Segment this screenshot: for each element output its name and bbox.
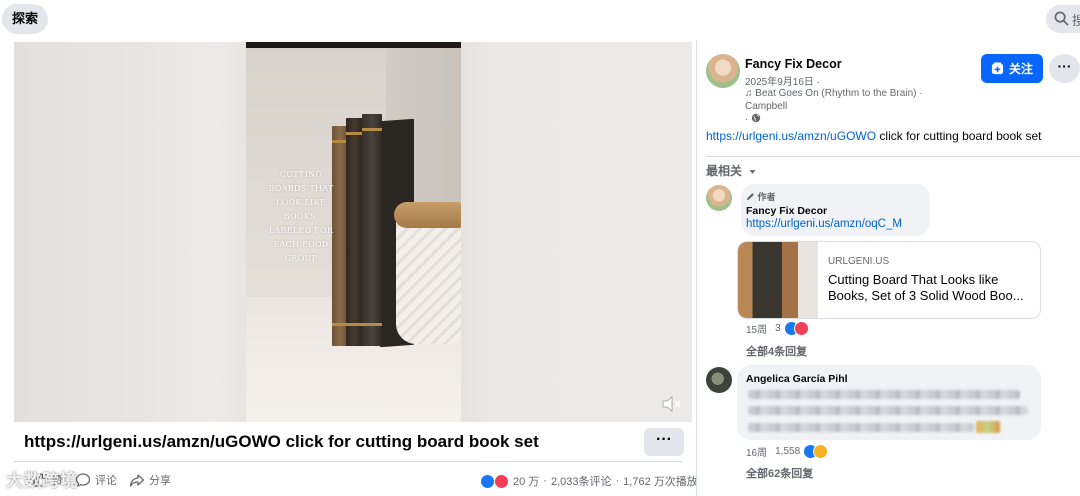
comment-meta: 15周 3 <box>746 321 809 336</box>
author-avatar[interactable] <box>706 54 740 88</box>
view-replies-link[interactable]: 全部62条回复 <box>746 465 813 481</box>
blurred-comment-text <box>748 406 1028 415</box>
comment-avatar[interactable] <box>706 185 732 211</box>
link-preview-site: URLGENI.US <box>828 256 890 267</box>
divider <box>14 461 682 462</box>
comment-button[interactable]: 评论 <box>75 472 117 488</box>
explore-button[interactable]: 探索 <box>2 4 49 34</box>
share-button[interactable]: 分享 <box>129 472 171 488</box>
share-icon <box>129 474 145 487</box>
blurred-comment-text <box>748 423 974 432</box>
privacy-indicator: · <box>745 113 761 125</box>
comments-sort-dropdown[interactable]: 最相关 <box>706 162 757 179</box>
privacy-separator: · <box>745 114 749 125</box>
follow-button[interactable]: 关注 <box>981 54 1043 83</box>
volume-muted-icon[interactable] <box>660 394 682 414</box>
caption-text: click for cutting board book set <box>876 129 1042 143</box>
like-reaction-icon <box>480 473 495 489</box>
stats-separator: · <box>615 475 620 487</box>
share-label: 分享 <box>149 475 171 487</box>
post-title: https://urlgeni.us/amzn/uGOWO click for … <box>24 432 539 451</box>
comment-reaction-count[interactable]: 1,558 <box>775 446 800 457</box>
blurred-emoji <box>976 421 1000 433</box>
follow-label: 关注 <box>1008 62 1033 76</box>
book-spine-meat-fish <box>346 118 363 346</box>
link-preview-image <box>738 242 818 318</box>
pencil-icon <box>746 193 754 201</box>
haha-reaction-icon <box>813 444 829 459</box>
sort-label: 最相关 <box>706 164 743 178</box>
post-date[interactable]: 2025年9月16日 · <box>745 73 820 88</box>
watermark: 大数跨境 <box>6 471 78 490</box>
song-info[interactable]: ♫ Beat Goes On (Rhythm to the Brain) · C… <box>745 87 945 113</box>
author-badge-label: 作者 <box>757 192 776 202</box>
author-name[interactable]: Fancy Fix Decor <box>745 57 842 71</box>
stats-separator: · <box>543 475 547 487</box>
video-overlay-text: Cutting boards that look like books, lab… <box>268 170 334 263</box>
comment-time[interactable]: 16周 <box>746 444 767 459</box>
view-replies-link[interactable]: 全部4条回复 <box>746 343 807 359</box>
blurred-comment-text <box>748 390 1020 399</box>
post-caption: https://urlgeni.us/amzn/uGOWO click for … <box>706 129 1041 143</box>
search-button[interactable]: 搜 <box>1046 5 1080 33</box>
caret-down-icon <box>749 170 757 174</box>
comment-link[interactable]: https://urlgeni.us/amzn/oqC_M <box>746 218 902 230</box>
comment-time[interactable]: 15周 <box>746 321 767 336</box>
post-stats: 20 万 · 2,033条评论 · 1,762 万次播放 <box>480 473 698 489</box>
comment-avatar[interactable] <box>706 367 732 393</box>
comment-meta: 16周 1,558 <box>746 444 829 459</box>
love-reaction-icon <box>494 473 509 489</box>
comment-label: 评论 <box>95 475 117 487</box>
reaction-count[interactable]: 20 万 <box>513 473 539 489</box>
top-bar: 探索 搜 <box>0 0 1080 40</box>
author-badge: 作者 <box>746 190 776 203</box>
search-label: 搜 <box>1072 13 1080 28</box>
globe-icon <box>751 113 761 123</box>
panel-divider <box>696 40 697 496</box>
love-reaction-icon <box>793 321 809 336</box>
video-frame: Cutting boards that look like books, lab… <box>246 42 461 422</box>
divider <box>706 156 1080 157</box>
video-player[interactable]: Cutting boards that look like books, lab… <box>14 42 692 422</box>
link-preview-title: Cutting Board That Looks like Books, Set… <box>828 272 1024 303</box>
caption-link[interactable]: https://urlgeni.us/amzn/uGOWO <box>706 129 876 143</box>
book-spine-fruits-vegetables <box>362 114 382 346</box>
view-count: 1,762 万次播放 <box>623 476 698 488</box>
author-more-button[interactable]: ··· <box>1049 54 1080 83</box>
search-icon <box>1054 11 1069 26</box>
comment-count[interactable]: 2,033条评论 <box>551 473 612 489</box>
canister-lid <box>394 202 461 228</box>
comment-reaction-count[interactable]: 3 <box>775 323 781 334</box>
add-friend-icon <box>991 62 1004 75</box>
comment-author-name[interactable]: Fancy Fix Decor <box>746 205 827 217</box>
link-preview-card[interactable]: URLGENI.US Cutting Board That Looks like… <box>737 241 1041 319</box>
post-more-button[interactable]: ··· <box>644 428 684 456</box>
comment-author-name[interactable]: Angelica García Pihl <box>746 373 848 385</box>
